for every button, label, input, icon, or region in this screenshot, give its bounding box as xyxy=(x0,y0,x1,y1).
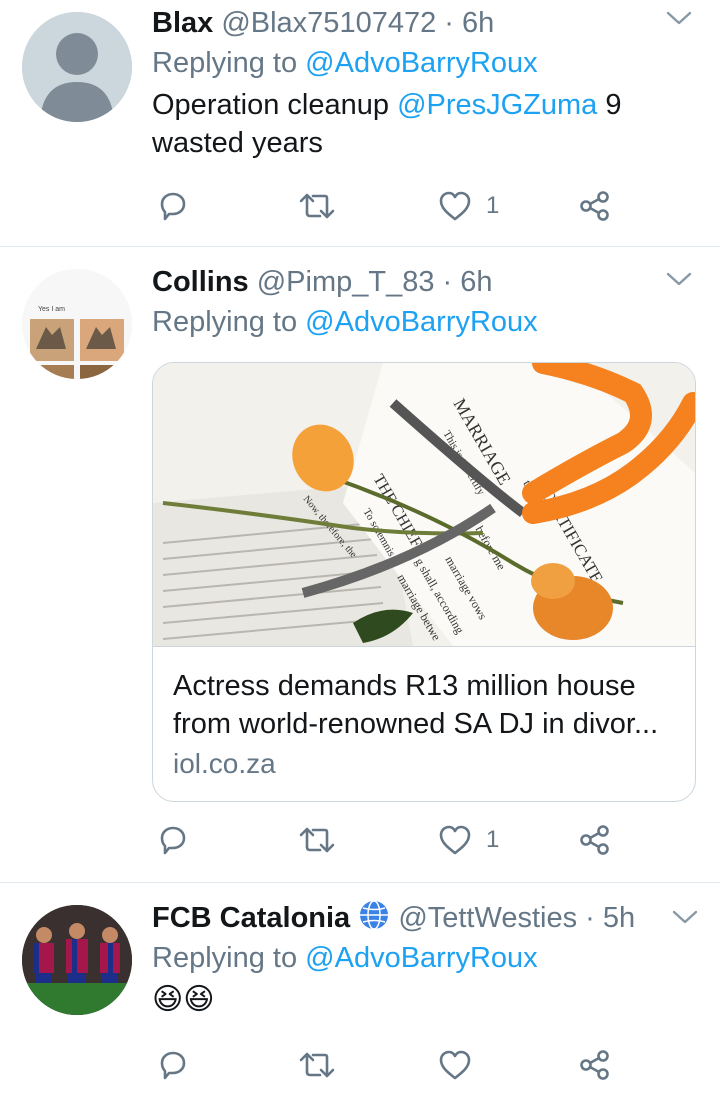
reply-icon xyxy=(160,192,186,221)
heart-icon xyxy=(439,191,471,221)
like-button[interactable]: 1 xyxy=(438,820,499,860)
replying-to-label: Replying to xyxy=(152,47,298,79)
tweet-2[interactable]: Yes I am Collins @Pimp_T_83 · 6h Replyin… xyxy=(0,247,720,882)
avatar-default[interactable] xyxy=(22,12,132,122)
like-count: 1 xyxy=(486,826,500,853)
share-icon xyxy=(580,191,609,221)
like-count: 1 xyxy=(486,192,500,219)
heart-icon xyxy=(439,1050,471,1080)
timestamp[interactable]: 6h xyxy=(460,266,492,298)
chevron-down-icon[interactable] xyxy=(664,8,694,28)
display-name[interactable]: Blax xyxy=(152,7,213,39)
user-handle[interactable]: @Blax75107472 xyxy=(221,7,436,39)
football-players-avatar-icon xyxy=(22,905,132,1015)
share-button[interactable] xyxy=(578,820,612,860)
tweet-actions: 1 xyxy=(152,186,652,226)
replying-to-mention[interactable]: @AdvoBarryRoux xyxy=(305,306,538,338)
reply-icon xyxy=(160,826,186,855)
user-handle[interactable]: @Pimp_T_83 xyxy=(257,266,435,298)
tweet-actions xyxy=(152,1045,652,1085)
chevron-down-icon[interactable] xyxy=(670,907,700,927)
avatar-fcb[interactable] xyxy=(22,905,132,1015)
link-card-domain: iol.co.za xyxy=(173,748,276,779)
like-button[interactable]: 1 xyxy=(438,186,499,226)
link-card-image[interactable]: MARRIAGE CERTIFICATE This is to certify … xyxy=(153,363,695,646)
reply-button[interactable] xyxy=(156,1045,190,1085)
avatar-caption: Yes I am xyxy=(38,306,65,313)
replying-to-line: Replying to @AdvoBarryRoux xyxy=(152,44,690,82)
separator-dot: · xyxy=(442,266,453,298)
tweet-1[interactable]: Blax @Blax75107472 · 6h Replying to @Adv… xyxy=(0,0,720,246)
chevron-down-icon[interactable] xyxy=(664,269,694,289)
retweet-button[interactable] xyxy=(298,1045,336,1085)
share-icon xyxy=(580,1050,609,1080)
replying-to-label: Replying to xyxy=(152,942,298,974)
tweet-text: Operation cleanup @PresJGZuma 9 wasted y… xyxy=(152,86,652,162)
marriage-certificate-image: MARRIAGE CERTIFICATE This is to certify … xyxy=(153,363,695,646)
tweet-header: FCB Catalonia @TettWesties · 5h xyxy=(152,899,690,937)
retweet-icon xyxy=(299,193,335,219)
link-card-title: from world-renowned SA DJ in divor... xyxy=(173,708,659,740)
tweet-header: Collins @Pimp_T_83 · 6h xyxy=(152,263,690,301)
tweet-mention[interactable]: @PresJGZuma xyxy=(397,89,597,121)
reply-button[interactable] xyxy=(156,820,190,860)
default-avatar-icon xyxy=(22,12,132,122)
avatar-collins[interactable]: Yes I am xyxy=(22,269,132,379)
share-button[interactable] xyxy=(578,186,612,226)
separator-dot: · xyxy=(444,7,454,39)
cat-meme-avatar-icon: Yes I am xyxy=(22,269,132,379)
display-name[interactable]: Collins xyxy=(152,266,249,298)
share-icon xyxy=(580,825,609,855)
link-card-body: Actress demands R13 million house from w… xyxy=(153,646,695,801)
retweet-icon xyxy=(299,1052,335,1078)
link-card[interactable]: MARRIAGE CERTIFICATE This is to certify … xyxy=(152,362,696,802)
timestamp[interactable]: 5h xyxy=(603,902,635,934)
replying-to-mention[interactable]: @AdvoBarryRoux xyxy=(305,942,538,974)
timestamp[interactable]: 6h xyxy=(462,7,494,39)
retweet-button[interactable] xyxy=(298,820,336,860)
replying-to-line: Replying to @AdvoBarryRoux xyxy=(152,939,690,977)
reply-button[interactable] xyxy=(156,186,190,226)
tweet-header: Blax @Blax75107472 · 6h xyxy=(152,4,690,42)
heart-icon xyxy=(439,825,471,855)
user-handle[interactable]: @TettWesties xyxy=(398,902,577,934)
display-name[interactable]: FCB Catalonia xyxy=(152,902,350,934)
tweet-text-part: Operation cleanup xyxy=(152,89,398,121)
replying-to-line: Replying to @AdvoBarryRoux xyxy=(152,303,690,341)
replying-to-mention[interactable]: @AdvoBarryRoux xyxy=(305,47,538,79)
tweet-text: 😆😆 xyxy=(152,983,215,1016)
share-button[interactable] xyxy=(578,1045,612,1085)
retweet-button[interactable] xyxy=(298,186,336,226)
retweet-icon xyxy=(299,827,335,853)
reply-icon xyxy=(160,1051,186,1080)
globe-icon xyxy=(360,900,389,930)
tweet-actions: 1 xyxy=(152,820,652,860)
replying-to-label: Replying to xyxy=(152,306,298,338)
link-card-title: Actress demands R13 million house xyxy=(173,670,636,702)
tweet-3[interactable]: FCB Catalonia @TettWesties · 5h Replying… xyxy=(0,883,720,1104)
like-button[interactable] xyxy=(438,1045,472,1085)
separator-dot: · xyxy=(585,902,595,934)
